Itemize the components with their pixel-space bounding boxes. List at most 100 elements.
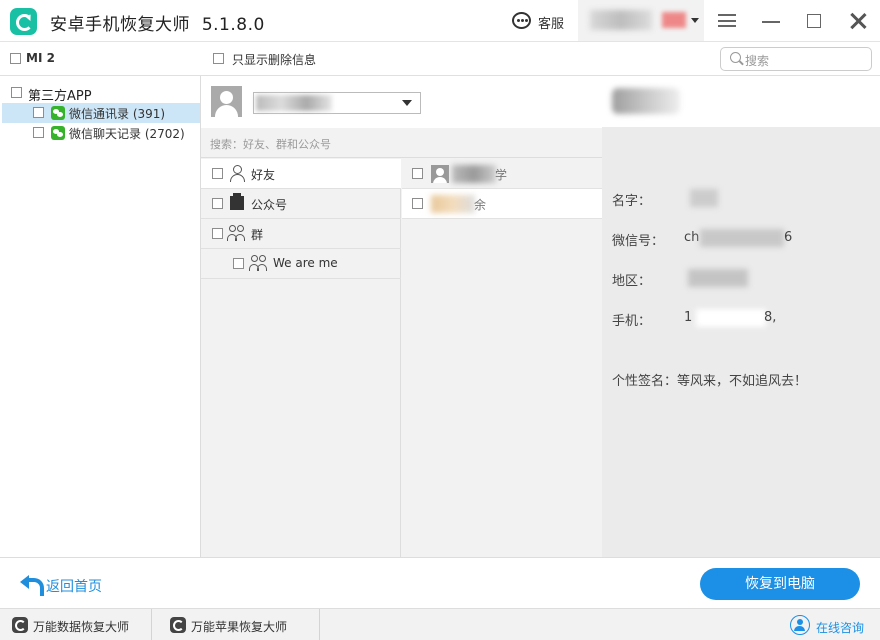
promo-iphone-recovery[interactable]: 万能苹果恢复大师	[158, 609, 320, 640]
deleted-only-label[interactable]: 只显示删除信息	[232, 51, 316, 68]
search-input[interactable]: 搜索	[720, 47, 872, 71]
contact-list: 学 余	[402, 159, 602, 557]
avatar	[431, 165, 449, 183]
contact-checkbox[interactable]	[412, 168, 423, 179]
phone-prefix: 1	[684, 310, 693, 325]
contact-row[interactable]: 余	[402, 189, 602, 219]
group-we-are-me[interactable]: We are me	[201, 249, 401, 279]
contact-checkbox[interactable]	[412, 198, 423, 209]
promo-label: 万能数据恢复大师	[33, 620, 130, 634]
action-footer: 返回首页 恢复到电脑	[0, 557, 880, 608]
region-key: 地区：	[612, 274, 652, 289]
contact-search-input[interactable]: 搜索：好友、群和公众号	[201, 128, 602, 158]
restore-to-computer-button[interactable]: 恢复到电脑	[700, 568, 860, 600]
tree-root-checkbox[interactable]	[11, 87, 22, 98]
detail-header	[602, 76, 880, 127]
group-checkbox[interactable]	[233, 258, 244, 269]
name-value-blurred	[690, 189, 718, 207]
data-recovery-app-icon	[12, 617, 28, 633]
region-value-blurred	[688, 269, 748, 287]
maximize-icon[interactable]	[807, 14, 821, 28]
contact-detail-panel: 名字： 微信号： ch 6 地区： 手机： 1 8, 个性签名：等风来，不如追风…	[602, 76, 880, 557]
app-title: 安卓手机恢复大师 5.1.8.0	[50, 10, 265, 35]
promo-data-recovery[interactable]: 万能数据恢复大师	[0, 609, 152, 640]
title-bar: 安卓手机恢复大师 5.1.8.0 客服	[0, 0, 880, 42]
avatar	[211, 86, 242, 117]
status-bar: 万能数据恢复大师 万能苹果恢复大师 在线咨询	[0, 608, 880, 640]
app-logo-icon	[10, 8, 37, 35]
support-button[interactable]: 客服	[538, 13, 564, 32]
device-label: MI 2	[26, 51, 55, 65]
wechat-id-key: 微信号：	[612, 234, 665, 249]
phone-key: 手机：	[612, 314, 652, 329]
tree-root-label: 第三方APP	[28, 89, 92, 104]
category-label: 群	[251, 228, 264, 242]
app-name: 安卓手机恢复大师	[50, 15, 190, 35]
back-arrow-icon[interactable]	[20, 575, 44, 596]
category-label: 好友	[251, 168, 276, 182]
back-home-button[interactable]: 返回首页	[46, 576, 102, 596]
chevron-down-icon	[691, 18, 699, 23]
signature-text: 个性签名：等风来，不如追风去！	[612, 374, 808, 389]
contact-name-blurred	[452, 165, 496, 183]
wechat-id-suffix: 6	[784, 230, 793, 245]
contact-name-suffix: 学	[495, 168, 508, 182]
account-select-value-blurred	[256, 95, 332, 111]
category-checkbox[interactable]	[212, 168, 223, 179]
online-support-icon[interactable]	[790, 615, 810, 635]
close-icon[interactable]	[849, 12, 867, 30]
chevron-down-icon	[402, 100, 412, 106]
official-account-icon	[230, 193, 244, 210]
group-label: We are me	[273, 256, 338, 270]
category-official-accounts[interactable]: 公众号	[201, 189, 401, 219]
menu-icon[interactable]	[718, 14, 736, 27]
contact-category-list: 好友 公众号 群 We are me	[201, 159, 401, 557]
wechat-id-prefix: ch	[684, 230, 700, 245]
app-version: 5.1.8.0	[201, 15, 265, 35]
online-consult-link[interactable]: 在线咨询	[816, 619, 864, 636]
account-dropdown[interactable]	[578, 0, 704, 41]
wechat-icon	[51, 106, 65, 120]
phone-value-blurred	[696, 309, 766, 327]
chat-bubble-icon[interactable]	[512, 12, 531, 29]
tree-item-checkbox[interactable]	[33, 107, 44, 118]
person-icon	[229, 165, 245, 182]
iphone-recovery-app-icon	[170, 617, 186, 633]
tree-item-label: 微信通讯录 (391)	[69, 107, 166, 121]
deleted-only-checkbox[interactable]	[213, 53, 224, 64]
contact-row[interactable]: 学	[402, 159, 602, 189]
account-select[interactable]	[253, 92, 421, 114]
detail-name-row: 名字：	[612, 187, 872, 209]
detail-region-row: 地区：	[612, 267, 872, 289]
group-icon	[249, 255, 269, 272]
tree-item-checkbox[interactable]	[33, 127, 44, 138]
search-icon	[730, 52, 741, 63]
name-key: 名字：	[612, 194, 652, 209]
tree-item-wechat-contacts[interactable]: 微信通讯录 (391)	[2, 103, 200, 123]
category-groups[interactable]: 群	[201, 219, 401, 249]
account-badge-blurred	[662, 12, 686, 28]
tree-item-wechat-chats[interactable]: 微信聊天记录 (2702)	[2, 123, 200, 143]
tree-item-label: 微信聊天记录 (2702)	[69, 127, 185, 141]
minimize-icon[interactable]	[762, 21, 780, 23]
contacts-panel: 搜索：好友、群和公众号 好友 公众号 群 We are me 学 余	[201, 76, 602, 557]
search-placeholder: 搜索	[745, 54, 770, 68]
account-header	[201, 76, 602, 128]
account-name-blurred	[590, 10, 652, 30]
category-checkbox[interactable]	[212, 228, 223, 239]
promo-label: 万能苹果恢复大师	[191, 620, 288, 634]
contact-avatar-blurred	[612, 88, 680, 114]
contact-name-suffix: 余	[474, 198, 487, 212]
wechat-id-blurred	[700, 229, 784, 247]
phone-suffix: 8,	[764, 310, 777, 325]
tree-root-third-party[interactable]: 第三方APP	[0, 84, 200, 104]
contact-search-placeholder: 搜索：好友、群和公众号	[210, 138, 331, 151]
category-checkbox[interactable]	[212, 198, 223, 209]
contact-name-blurred	[431, 195, 475, 213]
category-label: 公众号	[251, 198, 288, 212]
toolbar: MI 2 只显示删除信息 搜索	[0, 42, 880, 76]
detail-phone-row: 手机： 1 8,	[612, 307, 872, 329]
category-tree: 第三方APP 微信通讯录 (391) 微信聊天记录 (2702)	[0, 76, 201, 557]
device-checkbox[interactable]	[10, 53, 21, 64]
category-friends[interactable]: 好友	[201, 159, 401, 189]
